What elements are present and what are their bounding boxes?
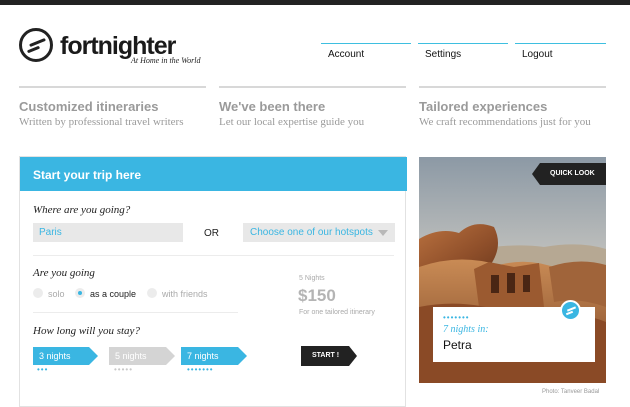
card-city: Petra: [443, 338, 472, 352]
going-question: Are you going: [33, 267, 95, 279]
radio-dot: [33, 288, 43, 298]
card-nights: 7 nights in:: [443, 324, 489, 335]
photo-credit: Photo: Tanveer Badal: [542, 389, 600, 395]
feature-subtitle: Written by professional travel writers: [19, 116, 184, 128]
duration-dots: •••••: [114, 365, 134, 374]
fortnighter-badge-icon: [560, 300, 581, 321]
radio-label: solo: [48, 289, 65, 299]
duration-7-nights-button[interactable]: 7 nights: [181, 347, 247, 365]
feature-been-there: We've been there Let our local expertise…: [219, 86, 406, 128]
top-bar: [0, 0, 630, 5]
radio-dot-selected: [75, 288, 85, 298]
card-dots: •••••••: [443, 313, 470, 322]
trip-form-panel: Start your trip here Where are you going…: [19, 156, 407, 407]
start-button[interactable]: START !: [301, 346, 357, 366]
radio-label: with friends: [162, 289, 208, 299]
trip-form-header: Start your trip here: [20, 157, 407, 191]
divider: [33, 255, 394, 256]
fortnighter-logo-icon[interactable]: [19, 28, 53, 62]
feature-tailored-experiences: Tailored experiences We craft recommenda…: [419, 86, 606, 128]
feature-title: We've been there: [219, 99, 326, 114]
feature-customized-itineraries: Customized itineraries Written by profes…: [19, 86, 206, 128]
divider: [33, 312, 238, 313]
or-label: OR: [204, 228, 219, 239]
nav-account-link[interactable]: Account: [321, 43, 411, 63]
duration-question: How long will you stay?: [33, 325, 140, 337]
nav-logout-link[interactable]: Logout: [515, 43, 606, 63]
radio-dot: [147, 288, 157, 298]
hotspot-select[interactable]: Choose one of our hotspots: [243, 223, 395, 242]
price-nights-label: 5 Nights: [299, 275, 325, 282]
hotspot-select-label: Choose one of our hotspots: [250, 227, 373, 238]
price-value: $150: [298, 286, 336, 305]
feature-title: Customized itineraries: [19, 99, 159, 114]
where-question: Where are you going?: [33, 204, 131, 216]
chevron-down-icon: [378, 230, 388, 236]
duration-dots: •••••••: [187, 365, 214, 374]
nav-settings-link[interactable]: Settings: [418, 43, 508, 63]
duration-dots: •••: [37, 365, 49, 374]
destination-input[interactable]: [33, 223, 183, 242]
feature-subtitle: Let our local expertise guide you: [219, 116, 365, 128]
price-note: For one tailored itinerary: [299, 309, 375, 316]
duration-5-nights-button[interactable]: 5 nights: [109, 347, 175, 365]
duration-3-nights-button[interactable]: 3 nights: [33, 347, 98, 365]
feature-title: Tailored experiences: [419, 99, 548, 114]
quick-look-button[interactable]: QUICK LOOK: [532, 163, 606, 185]
radio-label: as a couple: [90, 289, 137, 299]
feature-subtitle: We craft recommendations just for you: [419, 116, 591, 128]
brand-tagline: At Home in the World: [131, 56, 201, 65]
